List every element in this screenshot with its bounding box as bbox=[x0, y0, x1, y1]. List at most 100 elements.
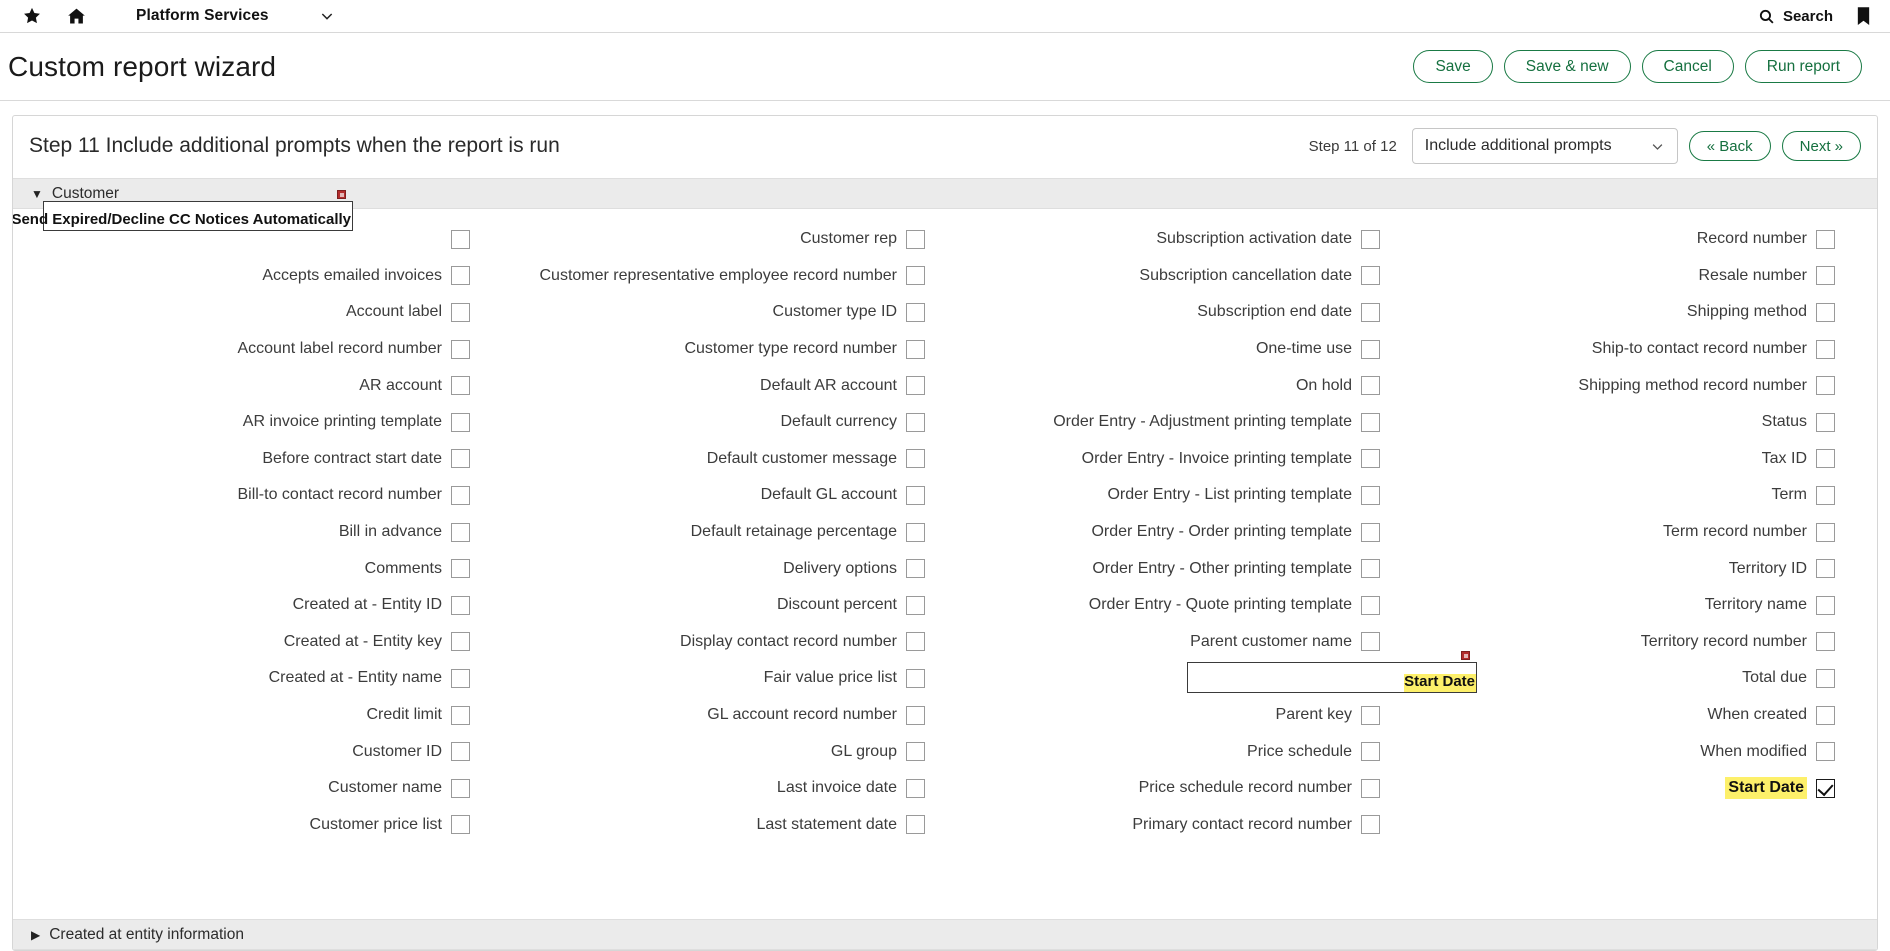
field-checkbox[interactable] bbox=[451, 742, 470, 761]
field-checkbox[interactable] bbox=[906, 340, 925, 359]
field-row[interactable]: Order Entry - Adjustment printing templa… bbox=[943, 404, 1398, 441]
run-report-button[interactable]: Run report bbox=[1745, 50, 1862, 83]
home-icon[interactable] bbox=[54, 0, 98, 32]
field-row[interactable]: Order Entry - List printing template bbox=[943, 477, 1398, 514]
field-row[interactable]: Before contract start date bbox=[33, 441, 488, 478]
field-checkbox[interactable] bbox=[451, 340, 470, 359]
field-checkbox[interactable] bbox=[1816, 413, 1835, 432]
field-row[interactable]: Tax ID bbox=[1398, 441, 1853, 478]
field-checkbox[interactable] bbox=[1361, 413, 1380, 432]
field-checkbox[interactable] bbox=[1816, 596, 1835, 615]
field-checkbox[interactable] bbox=[1816, 742, 1835, 761]
field-row[interactable]: Comments bbox=[33, 550, 488, 587]
field-row[interactable]: Customer representative employee record … bbox=[488, 258, 943, 295]
field-row[interactable]: Account label record number bbox=[33, 331, 488, 368]
field-row[interactable]: Default retainage percentage bbox=[488, 514, 943, 551]
next-button[interactable]: Next » bbox=[1782, 131, 1861, 161]
field-checkbox[interactable] bbox=[906, 669, 925, 688]
back-button[interactable]: « Back bbox=[1689, 131, 1771, 161]
field-checkbox[interactable] bbox=[451, 815, 470, 834]
field-row[interactable]: Subscription activation date bbox=[943, 221, 1398, 258]
field-checkbox[interactable] bbox=[1816, 559, 1835, 578]
field-row[interactable]: Order Entry - Invoice printing template bbox=[943, 441, 1398, 478]
field-checkbox[interactable] bbox=[1361, 632, 1380, 651]
field-row[interactable]: Created at - Entity name bbox=[33, 660, 488, 697]
field-row[interactable]: Subscription cancellation date bbox=[943, 258, 1398, 295]
field-row[interactable]: Bill-to contact record number bbox=[33, 477, 488, 514]
field-checkbox[interactable] bbox=[451, 523, 470, 542]
field-checkbox[interactable] bbox=[451, 559, 470, 578]
field-row[interactable]: Order Entry - Other printing template bbox=[943, 550, 1398, 587]
field-row[interactable]: Shipping method record number bbox=[1398, 367, 1853, 404]
field-row[interactable]: Resale number bbox=[1398, 258, 1853, 295]
field-checkbox[interactable] bbox=[1361, 303, 1380, 322]
field-checkbox[interactable] bbox=[1816, 376, 1835, 395]
field-checkbox[interactable] bbox=[906, 266, 925, 285]
field-checkbox[interactable] bbox=[1361, 266, 1380, 285]
field-row[interactable]: AR account bbox=[33, 367, 488, 404]
field-row[interactable]: Account label bbox=[33, 294, 488, 331]
field-row[interactable]: Order Entry - Order printing template bbox=[943, 514, 1398, 551]
field-checkbox[interactable] bbox=[1816, 779, 1835, 798]
field-row[interactable]: Price schedule bbox=[943, 733, 1398, 770]
field-checkbox[interactable] bbox=[906, 303, 925, 322]
field-row[interactable]: Parent key bbox=[943, 697, 1398, 734]
field-row[interactable]: Customer type ID bbox=[488, 294, 943, 331]
field-row[interactable]: Record number bbox=[1398, 221, 1853, 258]
field-checkbox[interactable] bbox=[906, 230, 925, 249]
field-checkbox[interactable] bbox=[451, 449, 470, 468]
field-row[interactable]: Status bbox=[1398, 404, 1853, 441]
field-checkbox[interactable] bbox=[1361, 486, 1380, 505]
field-checkbox[interactable] bbox=[1816, 340, 1835, 359]
field-row[interactable]: Display contact record number bbox=[488, 624, 943, 661]
field-checkbox[interactable] bbox=[1361, 742, 1380, 761]
field-checkbox[interactable] bbox=[1816, 632, 1835, 651]
field-row[interactable]: Term record number bbox=[1398, 514, 1853, 551]
star-icon[interactable] bbox=[10, 0, 54, 32]
field-row[interactable]: When created bbox=[1398, 697, 1853, 734]
field-checkbox[interactable] bbox=[1816, 449, 1835, 468]
field-row[interactable]: Shipping method bbox=[1398, 294, 1853, 331]
field-row[interactable]: Subscription end date bbox=[943, 294, 1398, 331]
field-checkbox[interactable] bbox=[451, 706, 470, 725]
field-checkbox[interactable] bbox=[1816, 523, 1835, 542]
field-row[interactable]: Parent customer name bbox=[943, 624, 1398, 661]
search-button[interactable]: Search bbox=[1758, 8, 1833, 25]
field-row[interactable]: Credit limit bbox=[33, 697, 488, 734]
field-row[interactable]: On hold bbox=[943, 367, 1398, 404]
field-checkbox[interactable] bbox=[451, 779, 470, 798]
field-checkbox[interactable] bbox=[1816, 266, 1835, 285]
field-checkbox[interactable] bbox=[1816, 303, 1835, 322]
field-checkbox[interactable] bbox=[451, 266, 470, 285]
field-checkbox[interactable] bbox=[906, 486, 925, 505]
field-row[interactable]: Customer ID bbox=[33, 733, 488, 770]
field-row[interactable]: Default GL account bbox=[488, 477, 943, 514]
field-checkbox[interactable] bbox=[1361, 596, 1380, 615]
field-row[interactable]: Order Entry - Quote printing template bbox=[943, 587, 1398, 624]
field-row[interactable]: Customer rep bbox=[488, 221, 943, 258]
field-row[interactable]: One-time use bbox=[943, 331, 1398, 368]
field-checkbox[interactable] bbox=[1361, 706, 1380, 725]
chevron-down-icon[interactable] bbox=[319, 8, 335, 24]
field-checkbox[interactable] bbox=[1361, 340, 1380, 359]
field-checkbox[interactable] bbox=[906, 632, 925, 651]
field-checkbox[interactable] bbox=[906, 596, 925, 615]
bookmark-icon[interactable] bbox=[1855, 6, 1872, 27]
field-checkbox[interactable] bbox=[451, 303, 470, 322]
field-row[interactable]: Price schedule record number bbox=[943, 770, 1398, 807]
field-checkbox[interactable] bbox=[451, 230, 470, 249]
field-checkbox[interactable] bbox=[906, 376, 925, 395]
field-row[interactable]: Territory name bbox=[1398, 587, 1853, 624]
field-checkbox[interactable] bbox=[1816, 486, 1835, 505]
field-row[interactable]: Last invoice date bbox=[488, 770, 943, 807]
field-row[interactable]: Accepts emailed invoices bbox=[33, 258, 488, 295]
field-checkbox[interactable] bbox=[1816, 669, 1835, 688]
field-checkbox[interactable] bbox=[1361, 376, 1380, 395]
field-row[interactable]: Discount percent bbox=[488, 587, 943, 624]
field-row[interactable]: GL group bbox=[488, 733, 943, 770]
field-checkbox[interactable] bbox=[1361, 815, 1380, 834]
field-checkbox[interactable] bbox=[906, 523, 925, 542]
field-row[interactable]: Default customer message bbox=[488, 441, 943, 478]
save-button[interactable]: Save bbox=[1413, 50, 1492, 83]
field-row[interactable]: Created at - Entity key bbox=[33, 624, 488, 661]
